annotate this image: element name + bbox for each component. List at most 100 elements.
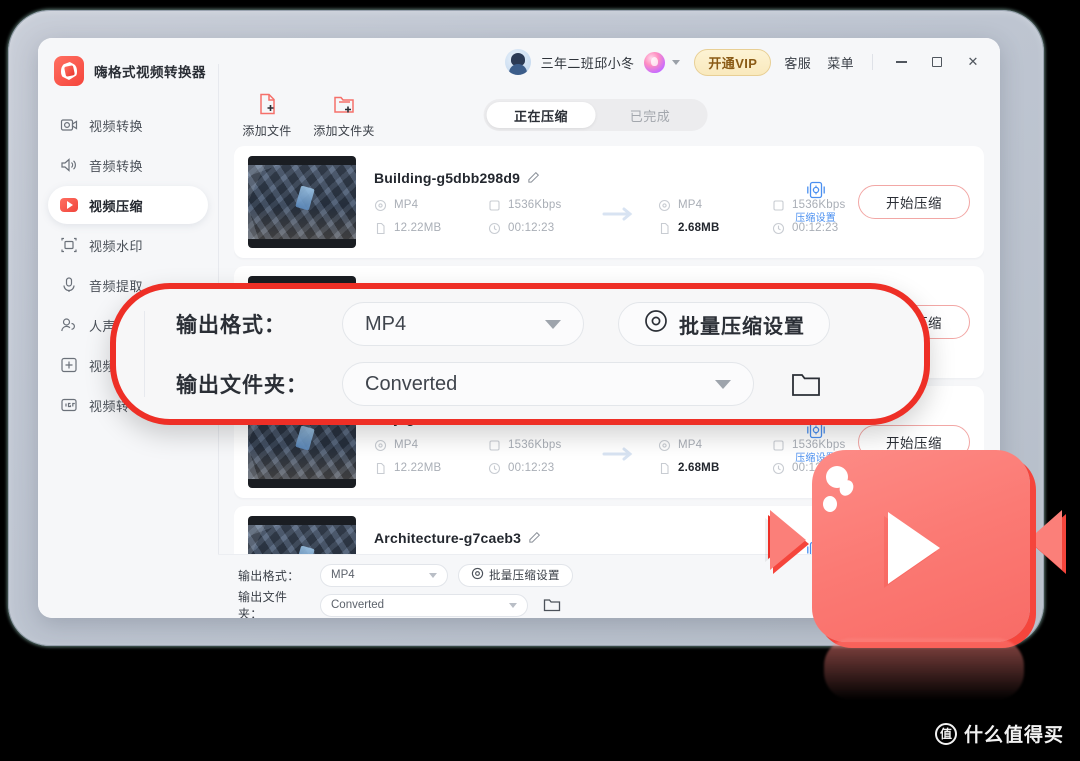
close-icon[interactable]: ✕: [960, 49, 986, 75]
output-folder-value: Converted: [331, 599, 385, 611]
pencil-edit-icon[interactable]: [527, 171, 540, 184]
vip-button[interactable]: 开通VIP: [694, 48, 772, 76]
chevron-down-icon: [715, 379, 731, 389]
format-icon: [374, 439, 387, 452]
screenshot-stage: 嗨格式视频转换器 视频转换 音频转换 视频压缩 视频水印 音频提取 视频转GIF…: [0, 0, 1080, 761]
file-title: Architecture-g7caeb3: [374, 529, 522, 546]
sidebar-item-label: 视频水印: [89, 238, 144, 254]
chevron-down-icon: [509, 602, 517, 608]
target-format-text: MP4: [678, 439, 703, 451]
pencil-edit-icon[interactable]: [528, 531, 541, 544]
target-format: MP4: [658, 199, 750, 212]
target-size-text: 2.68MB: [678, 222, 720, 234]
tab-compressing[interactable]: 正在压缩: [486, 102, 596, 128]
add-file-button[interactable]: 添加文件: [236, 92, 298, 139]
video-to-gif-icon: [60, 396, 78, 414]
callout-output-folder-value: Converted: [365, 372, 458, 395]
source-bitrate: 1536Kbps: [488, 199, 580, 212]
source-size: 12.22MB: [374, 222, 466, 235]
titlebar: 三年二班邱小冬 开通VIP 客服 菜单 ✕: [218, 38, 1000, 86]
mascot-highlight-large: [826, 466, 848, 488]
app-mascot-play-icon: [770, 432, 1070, 700]
user-name: 三年二班邱小冬: [540, 55, 635, 71]
settings-gear-icon: [471, 567, 484, 583]
arrow-right-icon: [602, 446, 636, 467]
compress-settings-button[interactable]: 压缩设置: [795, 180, 836, 224]
video-convert-icon: [60, 116, 78, 134]
user-avatar[interactable]: [504, 49, 531, 75]
source-duration-text: 00:12:23: [508, 222, 555, 234]
target-size-text: 2.68MB: [678, 462, 720, 474]
output-folder-select[interactable]: Converted: [320, 593, 528, 617]
source-bitrate-text: 1536Kbps: [508, 439, 562, 451]
sidebar-item-audio-convert[interactable]: 音频转换: [48, 146, 208, 184]
audio-convert-icon: [60, 156, 78, 174]
app-logo-icon: [54, 56, 84, 86]
video-thumbnail: [248, 516, 356, 554]
source-size-text: 12.22MB: [394, 462, 442, 474]
folder-open-icon[interactable]: [542, 595, 562, 615]
mascot-highlight-small: [823, 496, 837, 512]
chevron-down-icon[interactable]: [672, 59, 681, 65]
watermark-badge-icon: 值: [934, 722, 957, 745]
file-title-row: Building-g5dbb298d9: [374, 170, 795, 186]
output-format-value: MP4: [331, 569, 355, 581]
watermark-text: 什么值得买: [963, 725, 1064, 746]
toolbar: 添加文件 添加文件夹 正在压缩 已完成: [218, 86, 1000, 146]
table-row[interactable]: Building-g5dbb298d9 MP4 1536Kbps 12.22MB…: [234, 146, 984, 258]
clock-icon: [488, 222, 501, 235]
start-compress-button[interactable]: 开始压缩: [858, 185, 970, 219]
settings-gear-icon: [643, 308, 669, 340]
minimize-icon[interactable]: [888, 49, 914, 75]
diamond-icon[interactable]: [644, 51, 666, 73]
bitrate-icon: [488, 199, 501, 212]
source-duration: 00:12:23: [488, 222, 580, 235]
callout-output-folder-label: 输出文件夹：: [176, 374, 308, 397]
callout-output-folder-select[interactable]: Converted: [342, 362, 754, 406]
file-size-icon: [658, 222, 671, 235]
play-triangle-icon: [888, 512, 940, 584]
callout-output-format-value: MP4: [365, 312, 407, 335]
watermark: 值 什么值得买: [934, 720, 1064, 747]
file-meta: MP4 1536Kbps 12.22MB: [374, 439, 845, 475]
sidebar-item-label: 视频转换: [89, 118, 144, 134]
source-meta: MP4 1536Kbps 12.22MB: [374, 439, 580, 475]
format-icon: [374, 199, 387, 212]
file-size-icon: [658, 462, 671, 475]
add-file-label: 添加文件: [242, 124, 292, 138]
video-compress-icon: [60, 198, 78, 212]
sidebar-item-label: 音频提取: [89, 278, 144, 294]
sidebar-item-video-compress[interactable]: 视频压缩: [48, 186, 208, 224]
batch-compress-settings-button[interactable]: 批量压缩设置: [458, 563, 573, 587]
compress-settings-icon: [806, 180, 826, 205]
callout-output-format-row: 输出格式： MP4 批量压缩设置: [176, 302, 924, 346]
bitrate-icon: [772, 199, 785, 212]
sidebar-item-video-convert[interactable]: 视频转换: [48, 106, 208, 144]
callout-output-format-select[interactable]: MP4: [342, 302, 584, 346]
folder-open-icon[interactable]: [790, 370, 822, 398]
format-icon: [658, 439, 671, 452]
add-folder-button[interactable]: 添加文件夹: [313, 92, 375, 139]
add-folder-label: 添加文件夹: [313, 124, 375, 138]
file-size-icon: [374, 462, 387, 475]
video-watermark-icon: [60, 236, 78, 254]
callout-batch-compress-settings-button[interactable]: 批量压缩设置: [618, 302, 830, 346]
source-size-text: 12.22MB: [394, 222, 442, 234]
menu-link[interactable]: 菜单: [824, 53, 857, 72]
sidebar-item-label: 音频转换: [89, 158, 144, 174]
chevron-down-icon: [545, 319, 561, 329]
maximize-icon[interactable]: [924, 49, 950, 75]
sidebar-item-video-watermark[interactable]: 视频水印: [48, 226, 208, 264]
source-bitrate-text: 1536Kbps: [508, 199, 562, 211]
support-link[interactable]: 客服: [781, 53, 814, 72]
bitrate-icon: [488, 439, 501, 452]
source-format: MP4: [374, 199, 466, 212]
mascot-reflection: [824, 638, 1024, 700]
source-duration-text: 00:12:23: [508, 462, 555, 474]
tab-completed[interactable]: 已完成: [596, 102, 705, 128]
output-folder-label: 输出文件夹：: [238, 590, 288, 618]
callout-output-format-label: 输出格式：: [176, 314, 286, 337]
output-format-select[interactable]: MP4: [320, 563, 448, 587]
magnified-callout: 输出格式： MP4 批量压缩设置 输出文件夹： Converted: [110, 283, 930, 425]
output-format-label: 输出格式：: [238, 568, 300, 583]
